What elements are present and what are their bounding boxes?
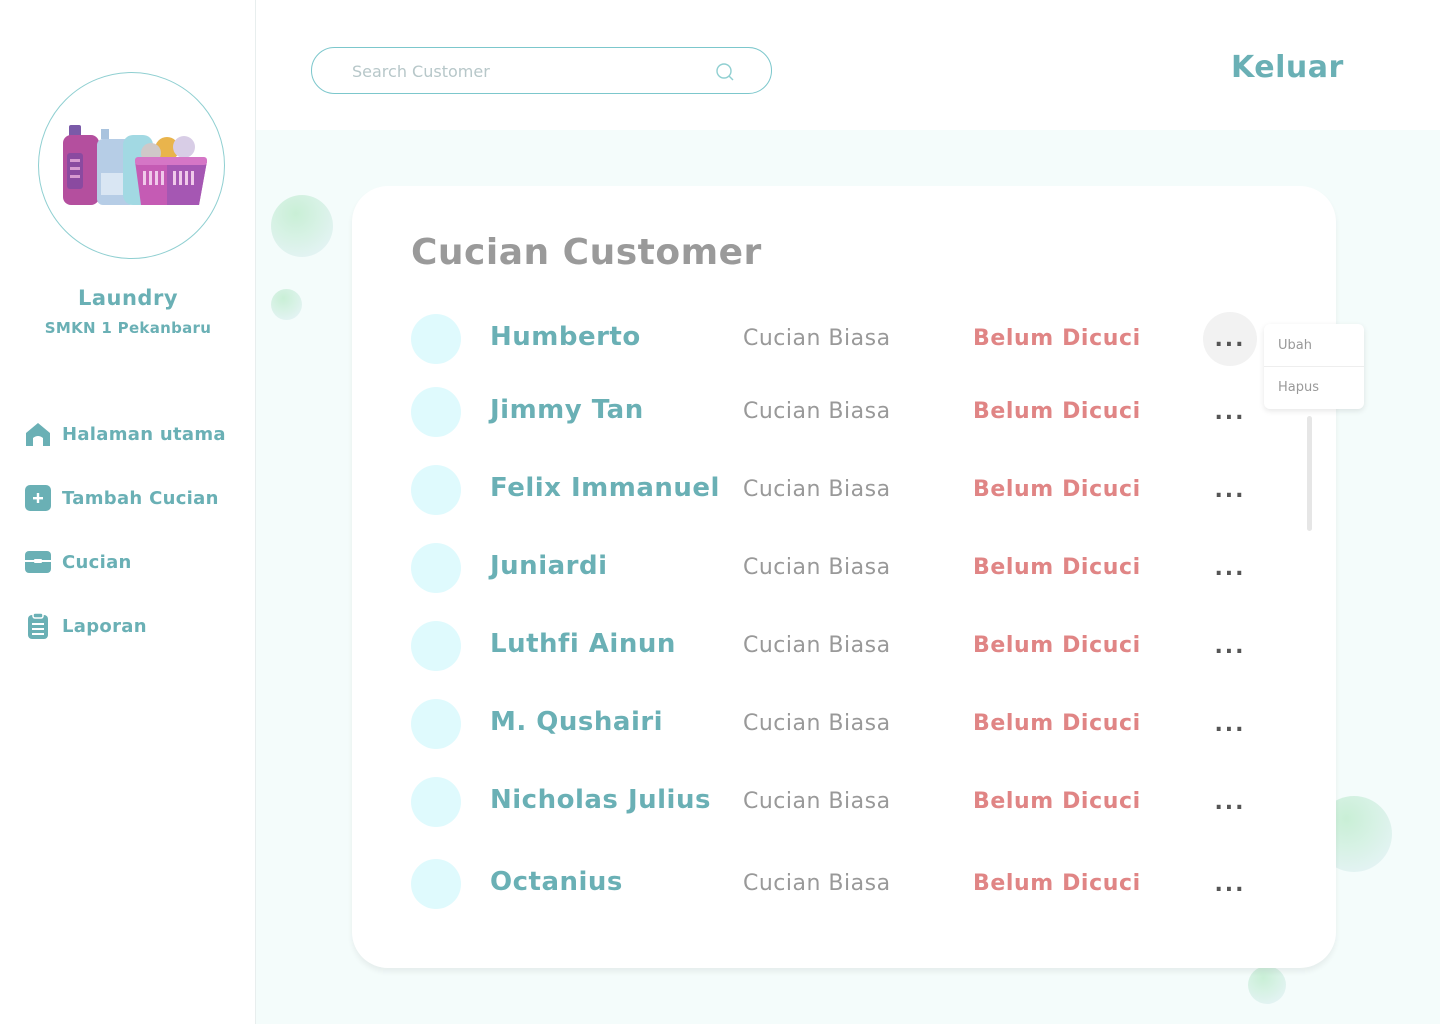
row-context-menu: Ubah Hapus	[1264, 324, 1364, 409]
more-options-button[interactable]: ...	[1203, 463, 1257, 517]
basket-icon	[24, 548, 52, 576]
sidebar-item-label: Cucian	[62, 551, 132, 573]
avatar	[411, 465, 461, 515]
status-badge: Belum Dicuci	[973, 633, 1141, 658]
sidebar-nav: Halaman utama Tambah Cucian Cucian Lapor…	[24, 420, 226, 676]
more-options-button[interactable]: ...	[1203, 385, 1257, 439]
customer-name: M. Qushairi	[490, 707, 664, 737]
avatar	[411, 543, 461, 593]
status-badge: Belum Dicuci	[973, 789, 1141, 814]
sidebar-item-label: Tambah Cucian	[62, 487, 219, 509]
table-row: M. Qushairi Cucian Biasa Belum Dicuci ..…	[411, 699, 1271, 749]
laundry-logo	[38, 72, 225, 259]
more-options-button[interactable]: ...	[1203, 541, 1257, 595]
more-options-button[interactable]: ...	[1203, 312, 1257, 366]
decorative-bubble	[1248, 966, 1286, 1004]
top-header: Keluar	[256, 0, 1440, 130]
avatar	[411, 621, 461, 671]
more-options-button[interactable]: ...	[1203, 619, 1257, 673]
more-options-button[interactable]: ...	[1203, 857, 1257, 911]
decorative-bubble	[271, 289, 302, 320]
status-badge: Belum Dicuci	[973, 871, 1141, 896]
logout-button[interactable]: Keluar	[1231, 50, 1344, 85]
scrollbar[interactable]	[1307, 416, 1312, 531]
customer-name: Jimmy Tan	[490, 395, 644, 425]
avatar	[411, 777, 461, 827]
delete-menu-item[interactable]: Hapus	[1264, 366, 1364, 408]
laundry-type: Cucian Biasa	[743, 477, 891, 502]
avatar	[411, 859, 461, 909]
avatar	[411, 699, 461, 749]
more-options-button[interactable]: ...	[1203, 775, 1257, 829]
sidebar: Laundry SMKN 1 Pekanbaru Halaman utama T…	[0, 0, 256, 1024]
avatar	[411, 314, 461, 364]
laundry-type: Cucian Biasa	[743, 789, 891, 814]
customer-name: Humberto	[490, 322, 641, 352]
status-badge: Belum Dicuci	[973, 711, 1141, 736]
status-badge: Belum Dicuci	[973, 399, 1141, 424]
sidebar-item-cucian[interactable]: Cucian	[24, 548, 226, 576]
avatar	[411, 387, 461, 437]
customer-name: Juniardi	[490, 551, 608, 581]
laundry-type: Cucian Biasa	[743, 633, 891, 658]
more-options-button[interactable]: ...	[1203, 697, 1257, 751]
customer-name: Nicholas Julius	[490, 785, 711, 815]
table-row: Jimmy Tan Cucian Biasa Belum Dicuci ...	[411, 387, 1271, 437]
sidebar-item-halaman-utama[interactable]: Halaman utama	[24, 420, 226, 448]
laundry-type: Cucian Biasa	[743, 711, 891, 736]
customer-laundry-card: Cucian Customer Humberto Cucian Biasa Be…	[352, 186, 1336, 968]
edit-menu-item[interactable]: Ubah	[1264, 324, 1364, 366]
laundry-type: Cucian Biasa	[743, 326, 891, 351]
table-row: Luthfi Ainun Cucian Biasa Belum Dicuci .…	[411, 621, 1271, 671]
clipboard-icon	[24, 612, 52, 640]
main-content: Cucian Customer Humberto Cucian Biasa Be…	[256, 130, 1440, 1024]
page-title: Cucian Customer	[411, 232, 762, 273]
home-icon	[24, 420, 52, 448]
table-row: Nicholas Julius Cucian Biasa Belum Dicuc…	[411, 777, 1271, 827]
table-row: Juniardi Cucian Biasa Belum Dicuci ...	[411, 543, 1271, 593]
customer-name: Octanius	[490, 867, 623, 897]
table-row: Felix Immanuel Cucian Biasa Belum Dicuci…	[411, 465, 1271, 515]
sidebar-item-label: Laporan	[62, 615, 147, 637]
customer-name: Felix Immanuel	[490, 473, 720, 503]
decorative-bubble	[271, 195, 333, 257]
status-badge: Belum Dicuci	[973, 326, 1141, 351]
plus-square-icon	[24, 484, 52, 512]
sidebar-item-tambah-cucian[interactable]: Tambah Cucian	[24, 484, 226, 512]
search-icon[interactable]	[715, 62, 735, 82]
table-row: Humberto Cucian Biasa Belum Dicuci ...	[411, 312, 1271, 366]
laundry-type: Cucian Biasa	[743, 399, 891, 424]
customer-name: Luthfi Ainun	[490, 629, 676, 659]
brand-subtitle: SMKN 1 Pekanbaru	[44, 319, 212, 337]
status-badge: Belum Dicuci	[973, 555, 1141, 580]
laundry-type: Cucian Biasa	[743, 871, 891, 896]
table-row: Octanius Cucian Biasa Belum Dicuci ...	[411, 859, 1271, 909]
sidebar-item-label: Halaman utama	[62, 423, 226, 445]
search-input[interactable]	[352, 58, 692, 84]
brand-title: Laundry	[77, 286, 179, 310]
laundry-type: Cucian Biasa	[743, 555, 891, 580]
sidebar-item-laporan[interactable]: Laporan	[24, 612, 226, 640]
search-bar	[311, 47, 772, 94]
status-badge: Belum Dicuci	[973, 477, 1141, 502]
